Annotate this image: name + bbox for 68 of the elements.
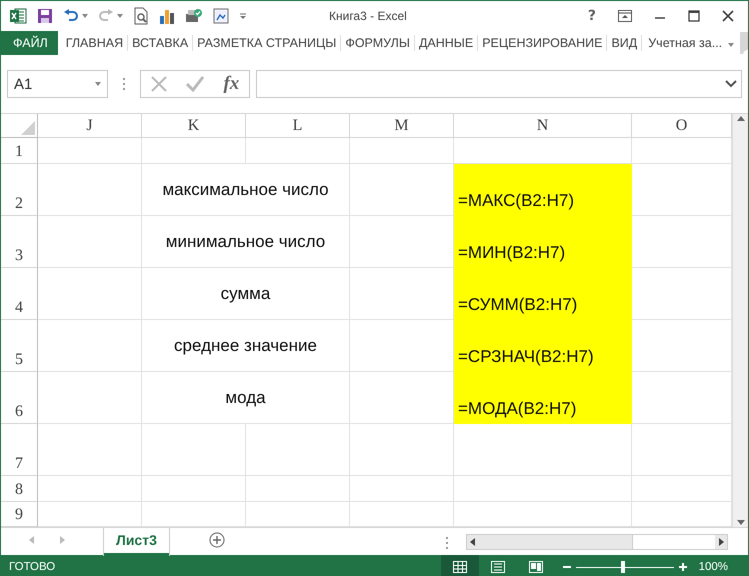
table-cell: =СУММ(B2:H7) [454, 268, 632, 320]
save-icon[interactable] [37, 8, 53, 24]
close-icon[interactable] [722, 10, 734, 22]
ribbon-options-icon[interactable] [618, 10, 632, 22]
table-cell: =МАКС(B2:H7) [454, 164, 632, 216]
undo-icon[interactable] [63, 8, 79, 24]
table-cell: =СРЗНАЧ(B2:H7) [454, 320, 632, 372]
printer-check-icon[interactable] [185, 8, 203, 24]
add-sheet-icon[interactable] [208, 532, 225, 548]
ribbon-tab[interactable]: ДАННЫЕ [414, 35, 478, 51]
column-header[interactable]: M [350, 114, 454, 138]
dropdown-caret-icon[interactable] [117, 14, 123, 18]
row-header[interactable]: 4 [1, 268, 38, 320]
row-header[interactable]: 3 [1, 216, 38, 268]
ribbon-tab[interactable]: ВИД [607, 35, 642, 51]
table-cell: =МОДА(B2:H7) [454, 372, 632, 424]
zoom-out-icon[interactable] [562, 563, 571, 571]
scroll-down-icon[interactable] [736, 520, 744, 525]
row-header[interactable]: 9 [1, 502, 38, 527]
file-tab[interactable]: ФАЙЛ [1, 31, 58, 55]
print-preview-icon[interactable] [133, 7, 149, 25]
status-text: ГОТОВО [9, 561, 56, 573]
ribbon-tab[interactable]: ГЛАВНАЯ [62, 35, 128, 51]
row-header[interactable]: 7 [1, 424, 38, 476]
vertical-scrollbar[interactable] [732, 114, 748, 527]
zoom-in-icon[interactable] [678, 563, 687, 571]
ribbon-tab[interactable]: ВСТАВКА [128, 35, 194, 51]
page-layout-icon[interactable] [490, 561, 505, 573]
table-cell: среднее значение [142, 320, 350, 372]
window-title: Книга3 - Excel [329, 9, 408, 23]
bar-chart-icon[interactable] [159, 8, 175, 24]
row-header[interactable]: 1 [1, 138, 38, 164]
column-header[interactable]: L [246, 114, 350, 138]
dropdown-caret-icon[interactable] [82, 14, 88, 18]
ribbon-tab[interactable]: ФОРМУЛЫ [341, 35, 415, 51]
ribbon-tab[interactable]: РАЗМЕТКА СТРАНИЦЫ [193, 35, 342, 51]
table-cell: мода [142, 372, 350, 424]
formula-input[interactable] [256, 70, 742, 98]
expand-chevron-icon[interactable] [725, 80, 737, 88]
row-header[interactable]: 5 [1, 320, 38, 372]
picture-frame-icon[interactable] [213, 8, 229, 24]
name-box[interactable]: A1 [7, 70, 108, 98]
help-button[interactable]: ? [588, 8, 596, 24]
table-cell: минимальное число [142, 216, 350, 268]
account-menu[interactable]: Учетная за... [648, 36, 722, 50]
spreadsheet-logo-icon[interactable] [9, 7, 27, 25]
table-cell: максимальное число [142, 164, 350, 216]
table-cell: =МИН(B2:H7) [454, 216, 632, 268]
dropdown-caret-icon[interactable] [728, 43, 734, 47]
maximize-icon[interactable] [688, 10, 700, 22]
normal-view-icon[interactable] [452, 561, 467, 573]
customize-icon[interactable] [239, 12, 247, 20]
dropdown-caret-icon[interactable] [95, 82, 101, 86]
row-header[interactable]: 8 [1, 476, 38, 502]
column-header[interactable]: K [142, 114, 246, 138]
ribbon-tab[interactable]: РЕЦЕНЗИРОВАНИЕ [478, 35, 608, 51]
insert-function-button[interactable]: fx [223, 73, 240, 95]
row-header[interactable]: 6 [1, 372, 38, 424]
enter-check-icon[interactable] [186, 76, 204, 92]
scroll-up-icon[interactable] [736, 116, 744, 121]
page-break-icon[interactable] [528, 561, 543, 573]
horizontal-scrollbar[interactable] [466, 534, 728, 550]
row-header[interactable]: 2 [1, 164, 38, 216]
table-cell: сумма [142, 268, 350, 320]
column-header[interactable]: J [38, 114, 142, 138]
zoom-level[interactable]: 100% [698, 561, 728, 573]
column-header[interactable]: O [632, 114, 732, 138]
column-header[interactable]: N [454, 114, 632, 138]
